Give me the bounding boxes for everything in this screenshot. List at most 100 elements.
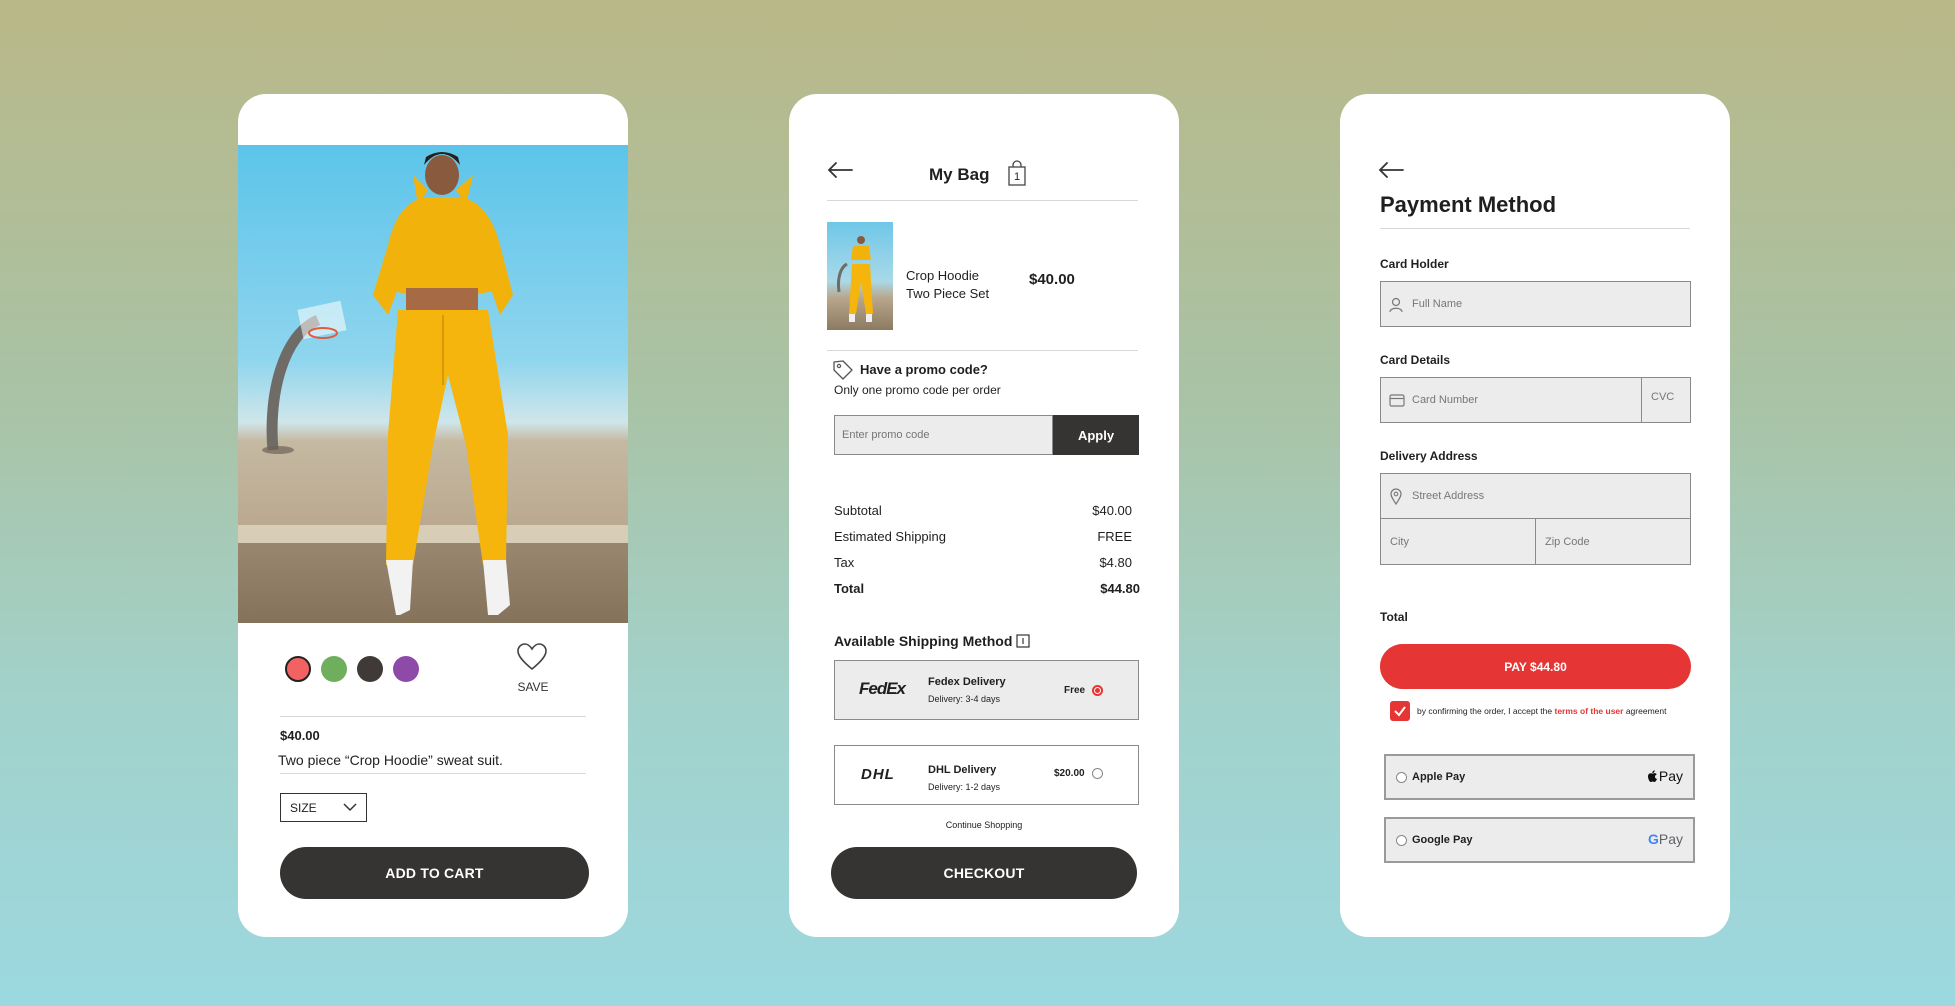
- apple-pay-radio[interactable]: [1396, 772, 1407, 783]
- pay-button[interactable]: PAY $44.80: [1380, 644, 1691, 689]
- cart-item-price: $40.00: [1029, 271, 1075, 288]
- shipping-eta: Delivery: 3-4 days: [928, 694, 1001, 704]
- shipping-eta: Delivery: 1-2 days: [928, 782, 1001, 792]
- summary-value: $4.80: [1099, 555, 1132, 570]
- terms-suffix: agreement: [1623, 706, 1667, 716]
- delivery-address-label: Delivery Address: [1380, 449, 1478, 463]
- apple-pay-label: Apple Pay: [1412, 771, 1466, 783]
- summary-label: Total: [834, 581, 865, 596]
- shipping-price: $20.00: [1054, 768, 1085, 779]
- apple-pay-logo: Pay: [1647, 768, 1683, 784]
- payment-card: Payment Method Card Holder Full Name Car…: [1340, 94, 1730, 937]
- summary-label: Estimated Shipping: [834, 529, 947, 544]
- google-pay-logo-text: Pay: [1658, 831, 1683, 847]
- divider: [280, 716, 586, 717]
- summary-total-row: Total $44.80: [834, 581, 1140, 596]
- city-placeholder: City: [1390, 535, 1409, 548]
- divider: [280, 773, 586, 774]
- shipping-radio-selected[interactable]: [1092, 685, 1103, 696]
- apply-promo-button[interactable]: Apply: [1053, 415, 1139, 455]
- bag-count: 1: [1013, 171, 1021, 183]
- product-price: $40.00: [280, 728, 320, 743]
- info-icon[interactable]: [1016, 634, 1030, 648]
- promo-code-input[interactable]: [834, 415, 1053, 455]
- cart-item-thumbnail: [827, 222, 893, 330]
- full-name-field[interactable]: Full Name: [1380, 281, 1691, 327]
- product-photo: [238, 145, 628, 623]
- shipping-name: DHL Delivery: [928, 764, 997, 776]
- location-pin-icon: [1390, 488, 1402, 505]
- color-swatch-red[interactable]: [285, 656, 311, 682]
- dhl-logo: DHL: [861, 766, 895, 783]
- terms-link[interactable]: terms of the user: [1555, 706, 1624, 716]
- card-number-field[interactable]: Card Number: [1380, 377, 1642, 423]
- full-name-placeholder: Full Name: [1412, 298, 1463, 310]
- terms-text: by confirming the order, I accept the te…: [1417, 706, 1666, 716]
- terms-checkbox[interactable]: [1390, 701, 1410, 721]
- fedex-logo: FedEx: [859, 679, 906, 698]
- summary-row: Subtotal $40.00: [834, 503, 1132, 518]
- zip-code-field[interactable]: Zip Code: [1535, 518, 1691, 565]
- summary-value: $40.00: [1092, 503, 1132, 518]
- shipping-option-fedex[interactable]: FedEx Fedex Delivery Delivery: 3-4 days …: [834, 660, 1139, 720]
- checkout-button[interactable]: CHECKOUT: [831, 847, 1137, 899]
- size-select-label: SIZE: [290, 800, 317, 815]
- shipping-option-dhl[interactable]: DHL DHL Delivery Delivery: 1-2 days $20.…: [834, 745, 1139, 805]
- card-details-label: Card Details: [1380, 353, 1451, 367]
- street-address-placeholder: Street Address: [1412, 490, 1485, 502]
- card-holder-label: Card Holder: [1380, 257, 1449, 271]
- continue-shopping-link[interactable]: Continue Shopping: [789, 820, 1179, 830]
- cart-item-name-line1: Crop Hoodie: [906, 268, 979, 283]
- size-select[interactable]: SIZE: [280, 793, 367, 822]
- divider: [827, 200, 1138, 201]
- zip-code-placeholder: Zip Code: [1545, 535, 1590, 548]
- summary-label: Subtotal: [834, 503, 882, 518]
- google-g-icon: G: [1647, 831, 1659, 847]
- summary-label: Tax: [834, 555, 855, 570]
- google-pay-radio[interactable]: [1396, 835, 1407, 846]
- user-icon: [1389, 297, 1403, 313]
- tag-icon: [833, 360, 853, 380]
- color-swatch-purple[interactable]: [393, 656, 419, 682]
- street-address-field[interactable]: Street Address: [1380, 473, 1691, 519]
- product-description: Two piece “Crop Hoodie” sweat suit.: [278, 752, 503, 768]
- back-arrow-icon[interactable]: [1378, 160, 1404, 180]
- total-label: Total: [1380, 610, 1408, 624]
- shipping-radio[interactable]: [1092, 768, 1103, 779]
- cart-item-name-line2: Two Piece Set: [906, 286, 990, 301]
- bag-card: My Bag 1 Crop Hoodie Two Piece Set $40.0…: [789, 94, 1179, 937]
- shipping-price: Free: [1064, 685, 1086, 696]
- google-pay-logo: GPay: [1648, 831, 1683, 847]
- heart-icon[interactable]: [517, 643, 547, 671]
- card-number-placeholder: Card Number: [1412, 394, 1479, 406]
- summary-value: $44.80: [1100, 581, 1140, 596]
- color-swatch-green[interactable]: [321, 656, 347, 682]
- cart-item-name[interactable]: Crop Hoodie Two Piece Set: [906, 267, 989, 303]
- cvc-placeholder: CVC: [1651, 391, 1675, 403]
- google-pay-option[interactable]: Google Pay GPay: [1384, 817, 1695, 863]
- apple-pay-option[interactable]: Apple Pay Pay: [1384, 754, 1695, 800]
- page-title: My Bag: [929, 165, 990, 184]
- shipping-name: Fedex Delivery: [928, 676, 1006, 688]
- save-label[interactable]: SAVE: [508, 680, 558, 694]
- chevron-down-icon: [343, 803, 357, 812]
- product-card: SAVE $40.00 Two piece “Crop Hoodie” swea…: [238, 94, 628, 937]
- city-field[interactable]: City: [1380, 518, 1536, 565]
- promo-subtitle: Only one promo code per order: [834, 383, 1001, 397]
- apple-pay-logo-text: Pay: [1658, 768, 1683, 784]
- google-pay-label: Google Pay: [1412, 834, 1473, 846]
- credit-card-icon: [1389, 394, 1405, 407]
- cvc-field[interactable]: CVC: [1641, 377, 1691, 423]
- check-icon: [1394, 706, 1406, 717]
- color-swatch-dark[interactable]: [357, 656, 383, 682]
- add-to-cart-button[interactable]: ADD TO CART: [280, 847, 589, 899]
- summary-row: Estimated Shipping FREE: [834, 529, 1132, 544]
- page-title: Payment Method: [1380, 192, 1557, 217]
- shopping-bag-icon[interactable]: 1: [1008, 160, 1026, 186]
- terms-prefix: by confirming the order, I accept the: [1417, 706, 1555, 716]
- summary-row: Tax $4.80: [834, 555, 1132, 570]
- apple-icon: [1647, 769, 1657, 782]
- summary-value: FREE: [1097, 529, 1132, 544]
- back-arrow-icon[interactable]: [827, 160, 853, 180]
- promo-title: Have a promo code?: [860, 362, 988, 377]
